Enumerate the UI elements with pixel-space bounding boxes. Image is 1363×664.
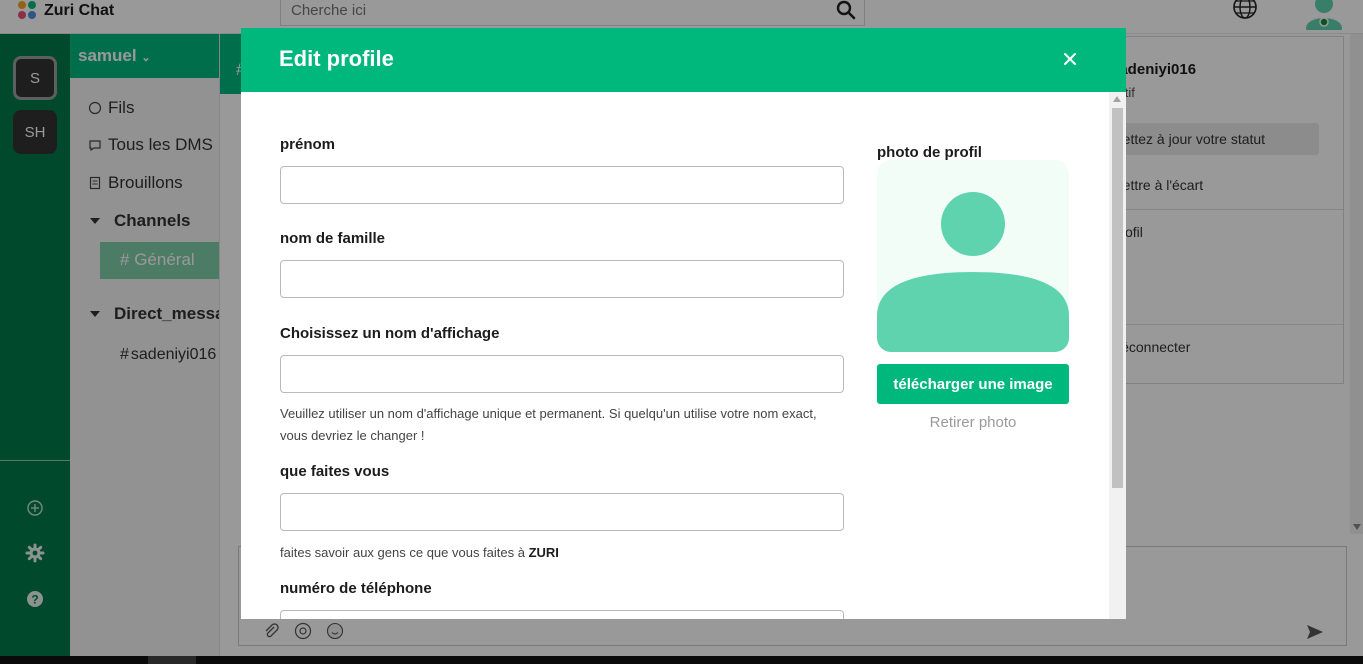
help-text: faites savoir aux gens ce que vous faite… xyxy=(280,545,529,560)
first-name-label: prénom xyxy=(280,136,336,153)
modal-header: Edit profile xyxy=(241,28,1126,92)
modal-scrollbar[interactable] xyxy=(1109,92,1126,619)
profile-photo xyxy=(877,160,1069,352)
modal-body: prénom nom de famille Choisissez un nom … xyxy=(241,92,1109,619)
remove-photo-link[interactable]: Retirer photo xyxy=(877,414,1069,431)
profile-photo-label: photo de profil xyxy=(877,144,982,161)
display-name-help: Veuillez utiliser un nom d'affichage uni… xyxy=(280,406,817,443)
scroll-up-icon[interactable] xyxy=(1113,96,1121,102)
brand-name: ZURI xyxy=(528,545,559,560)
phone-label: numéro de téléphone xyxy=(280,580,432,597)
what-you-do-help: faites savoir aux gens ce que vous faite… xyxy=(280,542,840,564)
avatar-placeholder-icon xyxy=(877,192,1069,352)
first-name-input[interactable] xyxy=(280,166,844,204)
modal-title: Edit profile xyxy=(279,46,394,71)
scrollbar-thumb[interactable] xyxy=(1112,108,1123,488)
display-name-input[interactable] xyxy=(280,355,844,393)
close-icon[interactable] xyxy=(1059,48,1081,70)
last-name-input[interactable] xyxy=(280,260,844,298)
edit-profile-modal: Edit profile prénom nom de famille Chois… xyxy=(241,28,1126,619)
phone-input[interactable] xyxy=(280,610,844,619)
last-name-label: nom de famille xyxy=(280,230,386,247)
what-you-do-label: que faites vous xyxy=(280,463,390,480)
upload-image-button[interactable]: télécharger une image xyxy=(877,364,1069,404)
what-you-do-input[interactable] xyxy=(280,493,844,531)
display-name-label: Choisissez un nom d'affichage xyxy=(280,325,500,342)
